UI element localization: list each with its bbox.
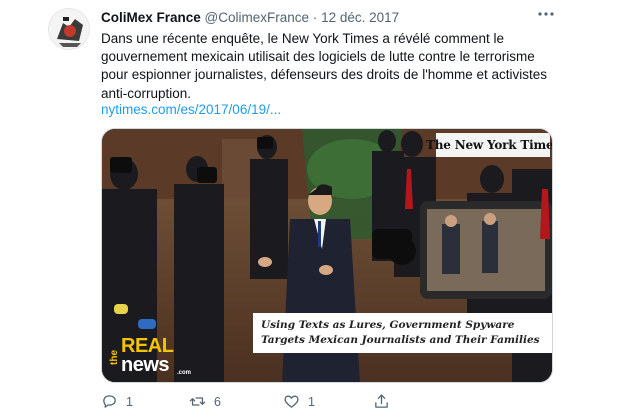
avatar[interactable] — [48, 8, 90, 50]
retweet-icon — [189, 397, 206, 406]
more-options-icon[interactable] — [536, 6, 556, 22]
nyt-logo: The New York Times — [426, 133, 552, 157]
share-icon — [375, 394, 388, 408]
caption-line-1: Using Texts as Lures, Government Spyware — [261, 319, 515, 331]
retweet-count: 6 — [214, 394, 221, 409]
caption-line-2: Targets Mexican Journalists and Their Fa… — [261, 334, 540, 346]
tweet-link[interactable]: nytimes.com/es/2017/06/19/... — [101, 102, 281, 117]
tweet: ColiMex France @ColimexFrance · 12 déc. … — [0, 0, 632, 418]
tweet-header: ColiMex France @ColimexFrance · 12 déc. … — [101, 9, 399, 26]
separator-dot: · — [312, 10, 318, 25]
author-handle[interactable]: @ColimexFrance — [205, 10, 309, 25]
tweet-date[interactable]: 12 déc. 2017 — [321, 10, 399, 25]
watermark-the: the — [109, 350, 120, 365]
real-news-watermark: the REAL news .com — [107, 335, 193, 382]
like-button[interactable]: 1 — [283, 393, 315, 410]
like-count: 1 — [308, 394, 315, 409]
author-name[interactable]: ColiMex France — [101, 10, 201, 25]
image-caption: Using Texts as Lures, Government Spyware… — [253, 313, 552, 353]
reply-count: 1 — [126, 394, 133, 409]
retweet-button[interactable]: 6 — [189, 393, 221, 410]
heart-icon — [284, 395, 299, 408]
share-button[interactable] — [373, 393, 390, 410]
watermark-com: .com — [177, 370, 192, 376]
watermark-news: news — [121, 354, 170, 376]
reply-button[interactable]: 1 — [101, 393, 133, 410]
reply-icon — [103, 395, 116, 408]
tweet-media[interactable]: The New York Times Using Texts as Lures,… — [101, 128, 553, 383]
tweet-text: Dans une récente enquête, le New York Ti… — [101, 31, 548, 101]
action-bar: 1 6 1 — [101, 393, 501, 415]
